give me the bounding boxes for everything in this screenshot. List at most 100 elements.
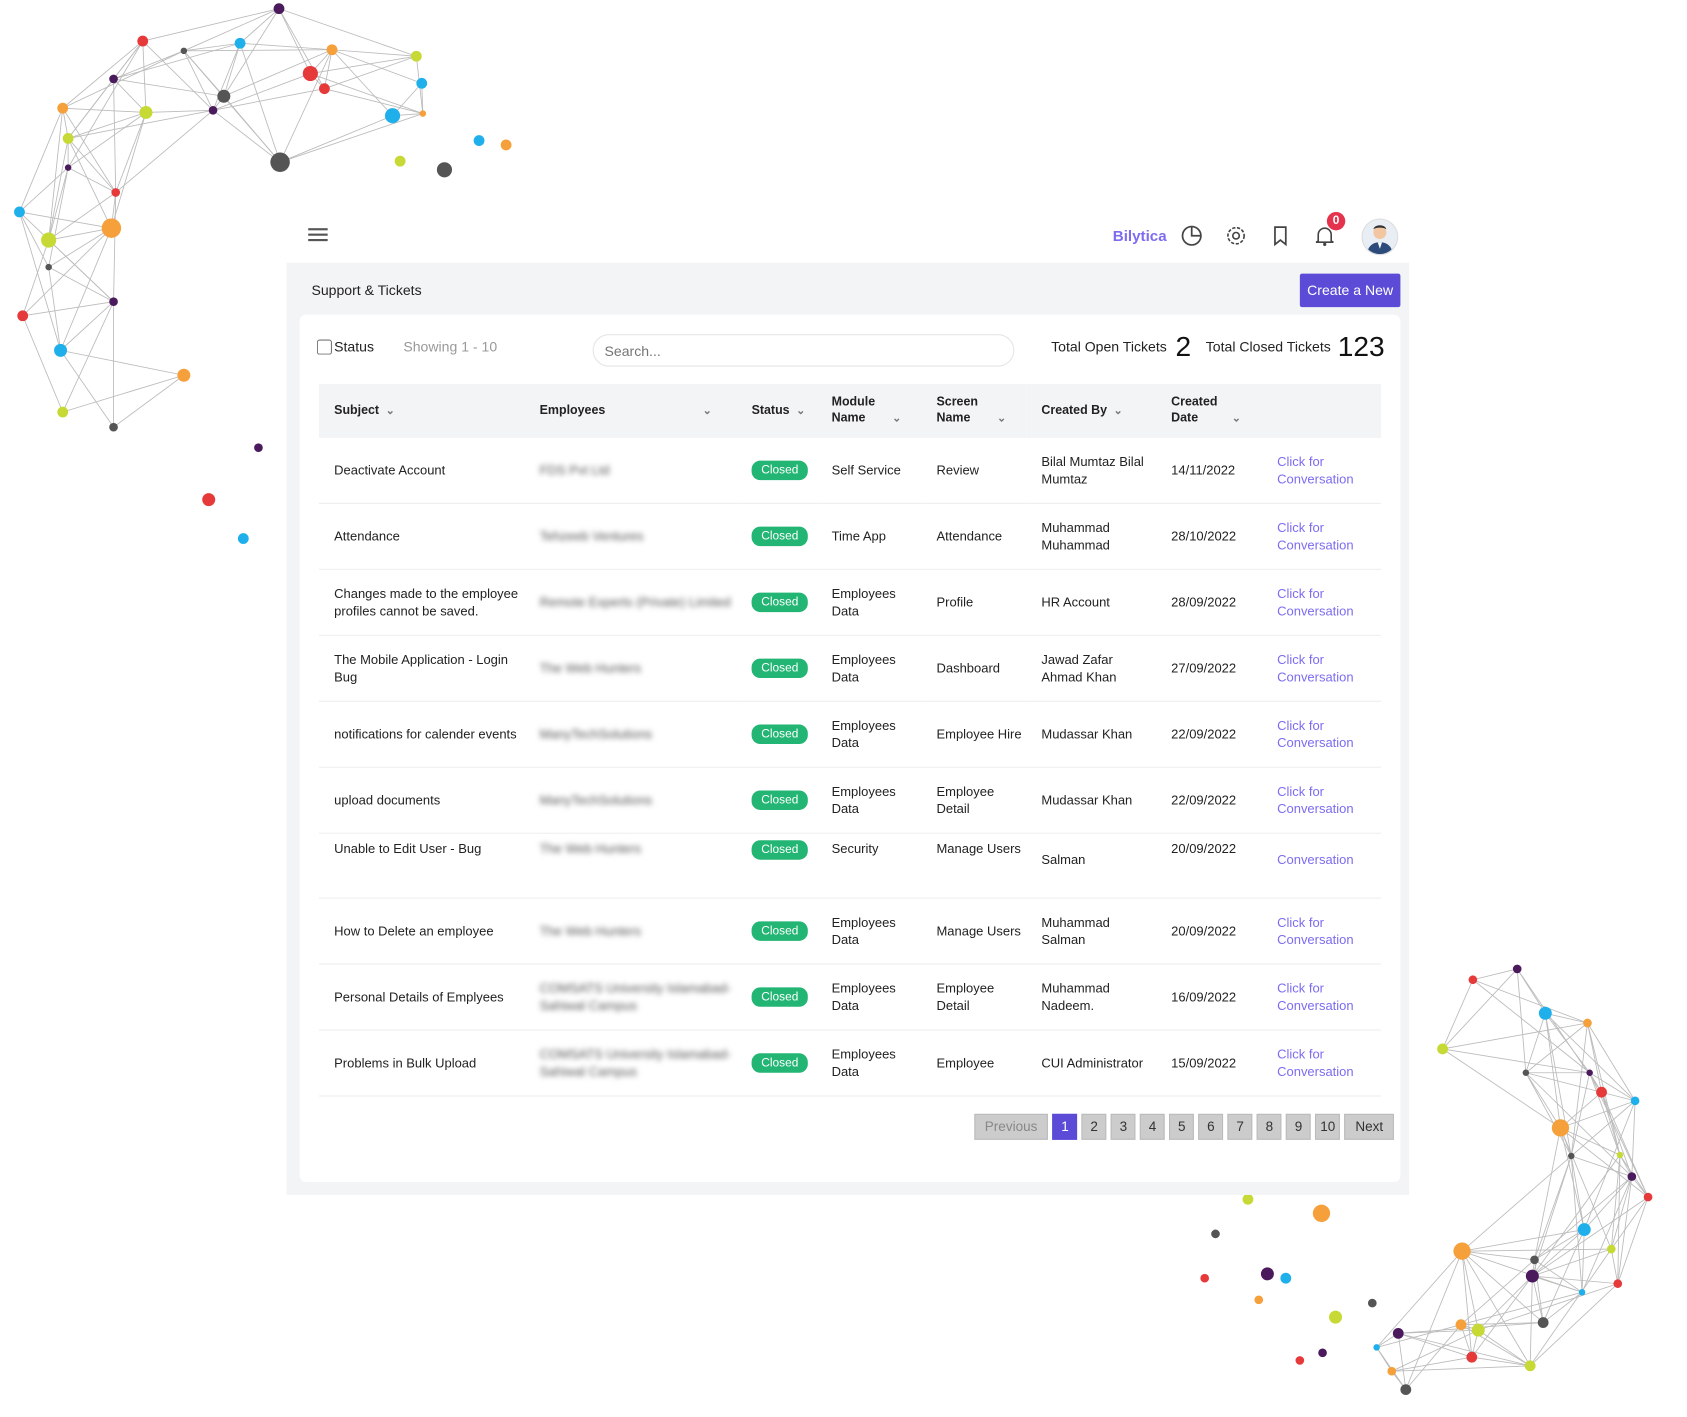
network-line	[1442, 1048, 1590, 1074]
column-header-status[interactable]: Status ⌄	[736, 383, 817, 438]
cell-screen: Dashboard	[921, 635, 1027, 702]
status-checkbox[interactable]	[316, 339, 332, 355]
network-line	[1581, 1229, 1585, 1293]
network-dot	[1211, 1229, 1220, 1239]
column-header-module-name[interactable]: Module Name ⌄	[816, 383, 922, 438]
cell-screen: Manage Users	[921, 833, 1027, 899]
network-line	[212, 95, 225, 111]
conversation-link[interactable]: Click for Conversation	[1277, 651, 1364, 686]
network-line	[1560, 1127, 1585, 1230]
network-line	[1398, 1332, 1472, 1358]
status-badge: Closed	[751, 724, 809, 745]
page-8-button[interactable]: 8	[1256, 1113, 1282, 1140]
chevron-down-icon[interactable]: ⌄	[997, 413, 1006, 425]
pie-chart-icon[interactable]	[1180, 224, 1204, 248]
cell-status: Closed	[736, 503, 817, 570]
network-line	[62, 107, 147, 113]
conversation-link[interactable]: Click for Conversation	[1277, 1046, 1364, 1081]
cell-created_by: Mudassar Khan	[1026, 701, 1157, 768]
network-line	[212, 88, 325, 111]
conversation-link[interactable]: Click for Conversation	[1277, 783, 1364, 818]
network-line	[142, 41, 147, 113]
network-line	[1601, 1092, 1633, 1177]
conversation-link[interactable]: Click for Conversation	[1277, 519, 1364, 554]
screen-text: Employee	[936, 1055, 995, 1071]
cell-status: Closed	[736, 701, 817, 768]
module-text: Employees Data	[831, 586, 896, 619]
chevron-down-icon[interactable]: ⌄	[1232, 413, 1241, 425]
network-line	[1376, 1250, 1463, 1348]
create-new-button[interactable]: Create a New	[1299, 273, 1401, 308]
search-input[interactable]	[592, 334, 1015, 367]
column-header-created-by[interactable]: Created By ⌄	[1026, 383, 1157, 438]
cell-created_by: CUI Administrator	[1026, 1030, 1157, 1097]
conversation-link[interactable]: Click for Conversation	[1277, 717, 1364, 752]
status-filter[interactable]: Status	[316, 338, 374, 355]
date-text: 22/09/2022	[1171, 726, 1237, 742]
conversation-link[interactable]: Click for Conversation	[1277, 980, 1364, 1015]
conversation-link[interactable]: Click for Conversation	[1277, 453, 1364, 488]
conversation-link[interactable]: Conversation	[1277, 851, 1353, 868]
employee-text: The Web Hunters	[539, 923, 642, 939]
page-4-button[interactable]: 4	[1140, 1113, 1165, 1140]
conversation-link[interactable]: Click for Conversation	[1277, 914, 1364, 949]
network-dot	[1524, 1360, 1536, 1372]
chevron-down-icon[interactable]: ⌄	[703, 405, 712, 417]
cell-module: Self Service	[816, 437, 922, 504]
network-line	[183, 50, 214, 111]
cell-screen: Employee Detail	[921, 964, 1027, 1031]
chevron-down-icon[interactable]: ⌄	[796, 405, 805, 417]
column-header-created-date[interactable]: Created Date ⌄	[1156, 383, 1262, 438]
column-header-employees[interactable]: Employees ⌄	[524, 383, 737, 438]
cell-employee: COMSATS University Islamabad-Sahiwal Cam…	[524, 964, 737, 1031]
cell-link: Click for Conversation	[1261, 898, 1381, 965]
page-5-button[interactable]: 5	[1169, 1113, 1195, 1140]
cell-screen: Manage Users	[921, 898, 1027, 965]
network-dot	[14, 206, 25, 218]
conversation-link[interactable]: Click for Conversation	[1277, 585, 1364, 620]
network-line	[1589, 1072, 1636, 1102]
network-line	[323, 49, 333, 89]
network-line	[1376, 1347, 1407, 1390]
chevron-down-icon[interactable]: ⌄	[892, 413, 901, 425]
network-line	[1589, 1072, 1649, 1198]
network-dot	[1616, 1151, 1624, 1159]
network-line	[1391, 1370, 1407, 1390]
network-dot	[202, 493, 216, 507]
network-line	[19, 211, 114, 303]
next-button[interactable]: Next	[1344, 1113, 1394, 1140]
column-header-screen-name[interactable]: Screen Name ⌄	[921, 383, 1027, 438]
chevron-down-icon[interactable]: ⌄	[1114, 405, 1123, 417]
network-line	[1545, 1012, 1636, 1102]
page-2-button[interactable]: 2	[1081, 1113, 1107, 1140]
page-1-button[interactable]: 1	[1052, 1113, 1078, 1140]
network-line	[113, 78, 224, 97]
page-6-button[interactable]: 6	[1198, 1113, 1224, 1140]
page-7-button[interactable]: 7	[1227, 1113, 1253, 1140]
cell-subject: upload documents	[319, 767, 525, 834]
subject-text: How to Delete an employee	[334, 923, 494, 939]
gear-icon[interactable]	[1224, 224, 1248, 248]
open-tickets-label: Total Open Tickets	[1051, 338, 1167, 355]
menu-icon[interactable]	[308, 228, 328, 242]
page-3-button[interactable]: 3	[1110, 1113, 1136, 1140]
network-line	[1570, 1100, 1636, 1157]
network-dot	[234, 37, 246, 49]
bookmark-icon[interactable]	[1268, 224, 1292, 248]
network-dot	[473, 135, 485, 146]
network-line	[113, 40, 144, 80]
column-header-subject[interactable]: Subject ⌄	[319, 383, 525, 438]
cell-created_by: Muhammad Muhammad	[1026, 503, 1157, 570]
avatar[interactable]	[1361, 218, 1399, 256]
chevron-down-icon[interactable]: ⌄	[386, 405, 395, 417]
cell-screen: Employee Hire	[921, 701, 1027, 768]
network-line	[1461, 1251, 1479, 1331]
network-line	[239, 8, 280, 44]
table-row: Deactivate Account FDS Pvt Ltd Closed Self …	[319, 437, 1381, 504]
previous-button[interactable]: Previous	[973, 1113, 1049, 1140]
page-10-button[interactable]: 10	[1315, 1113, 1341, 1140]
page-9-button[interactable]: 9	[1286, 1113, 1311, 1140]
brand-name[interactable]: Bilytica	[1113, 227, 1167, 244]
status-badge: Closed	[751, 840, 809, 860]
network-line	[113, 78, 147, 113]
